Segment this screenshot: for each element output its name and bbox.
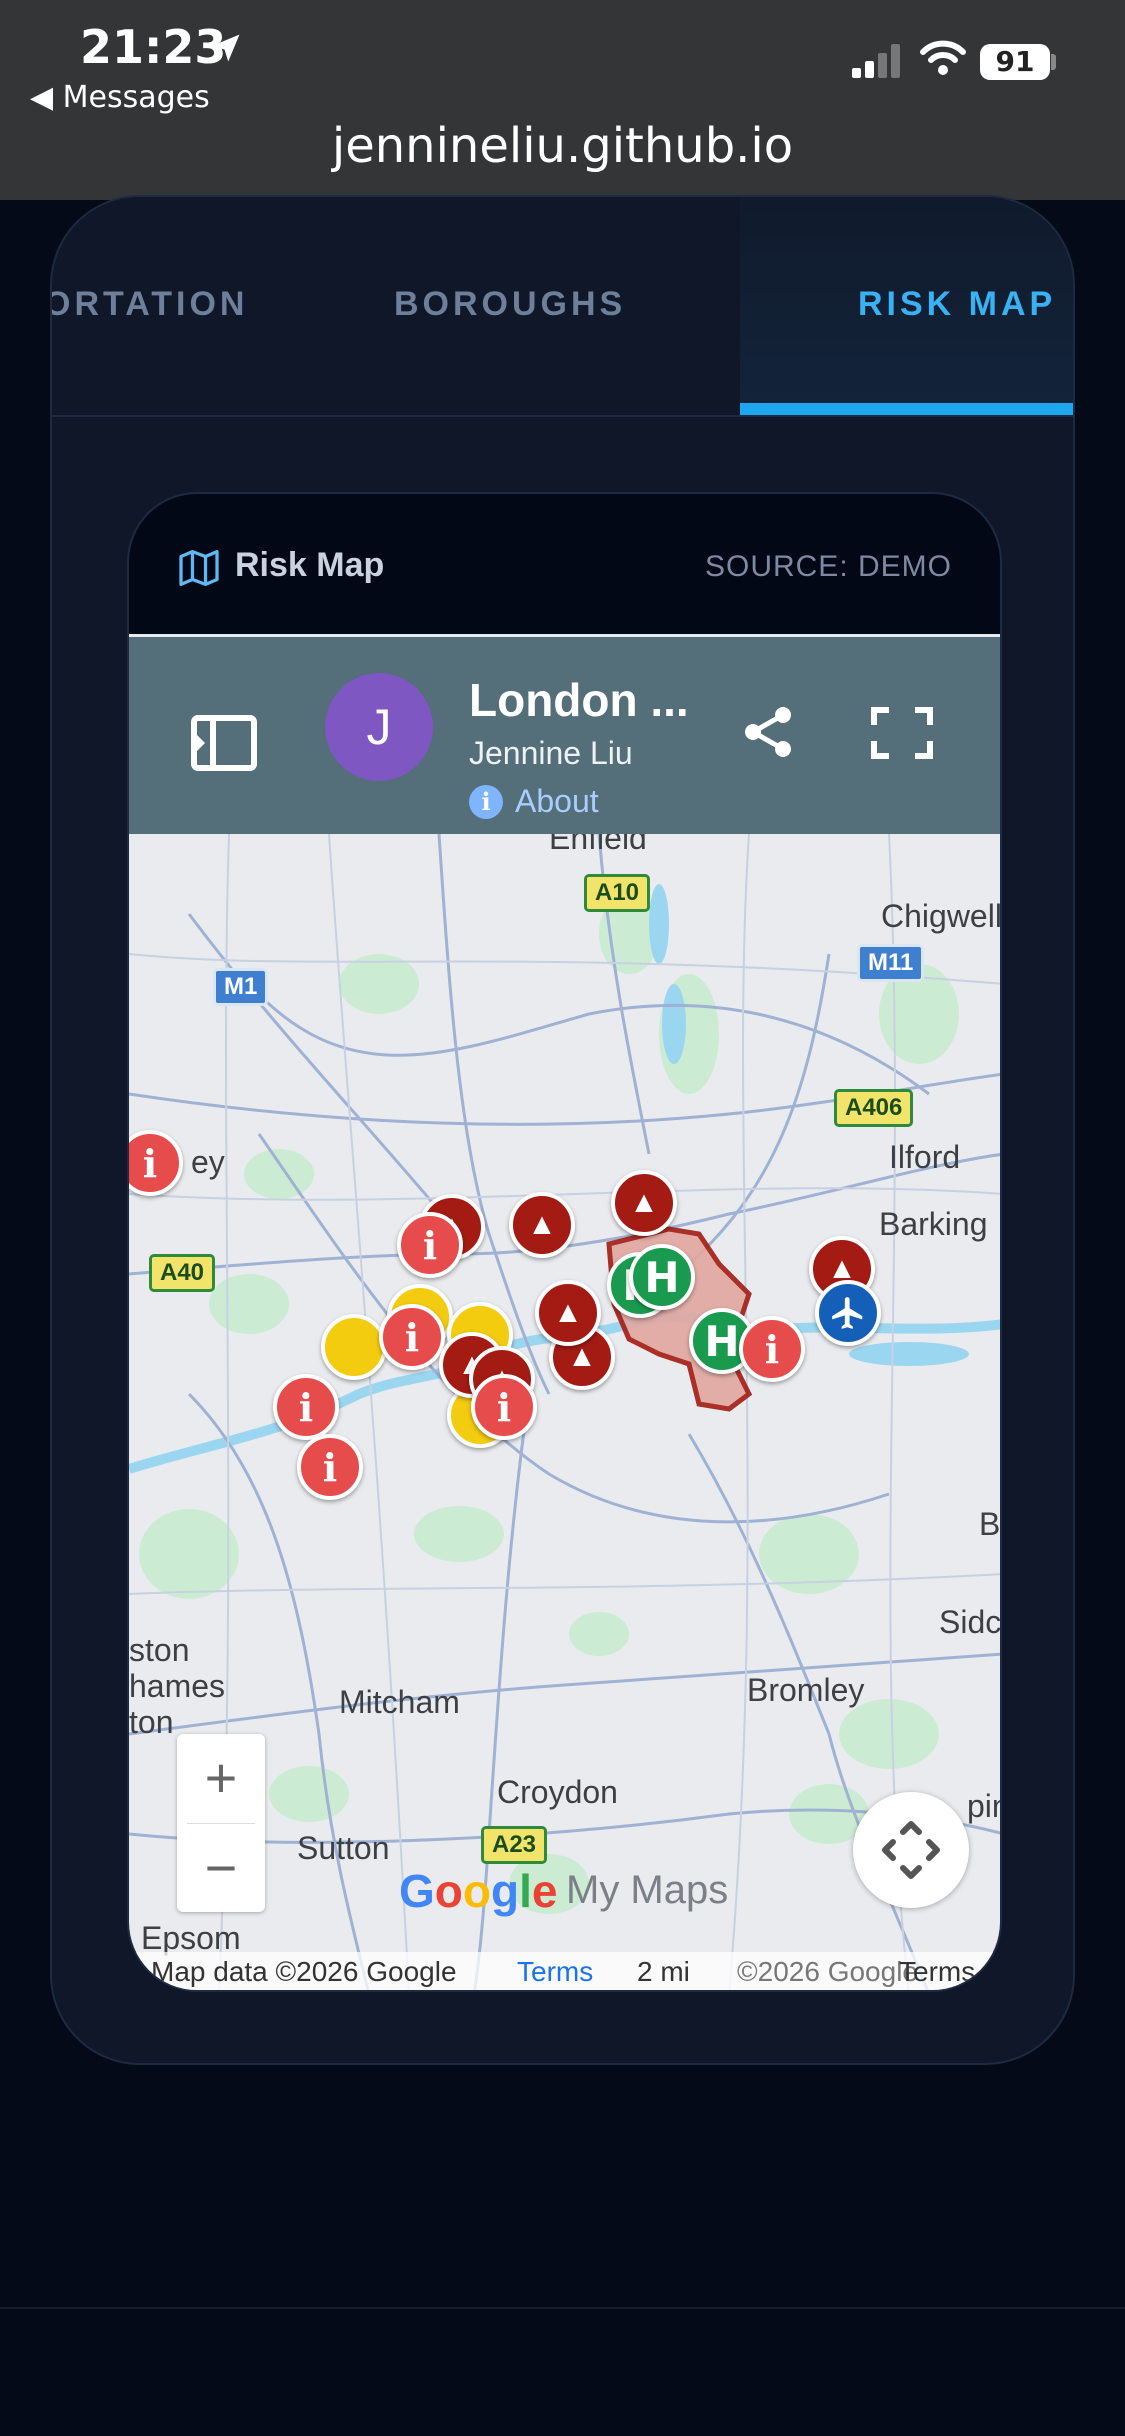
share-icon[interactable]: [741, 705, 795, 759]
map-data-credit: Map data ©2026 Google: [151, 1956, 457, 1987]
hospital-pin[interactable]: H: [629, 1244, 695, 1310]
place-label: ping: [967, 1788, 1000, 1824]
info-icon[interactable]: i: [469, 785, 503, 819]
info-pin[interactable]: i: [471, 1374, 537, 1440]
terms-link[interactable]: Terms: [517, 1956, 593, 1988]
about-link[interactable]: About: [515, 783, 599, 820]
fullscreen-icon[interactable]: [871, 707, 933, 759]
warning-pin[interactable]: ▲: [535, 1280, 601, 1346]
zoom-in-button[interactable]: +: [177, 1734, 265, 1822]
panel-title: Risk Map: [235, 546, 385, 584]
author-avatar[interactable]: J: [325, 673, 433, 781]
road-shield-m11: M11: [857, 944, 925, 982]
place-label: hames: [129, 1668, 226, 1704]
google-logo: Google: [399, 1865, 558, 1917]
zoom-control: + −: [177, 1734, 265, 1912]
place-label: Mitcham: [339, 1684, 460, 1720]
panel-header: Risk Map SOURCE: DEMO: [129, 494, 1000, 634]
my-maps-logo-text: My Maps: [566, 1868, 729, 1912]
road-shield-m1: M1: [213, 968, 269, 1006]
warning-pin[interactable]: ▲: [509, 1192, 575, 1258]
place-label: B: [979, 1506, 1001, 1542]
road-shield-a10: A10: [584, 874, 651, 912]
tab-transportation[interactable]: ORTATION: [52, 285, 249, 324]
place-label: Bromley: [747, 1672, 865, 1708]
battery-cap: [1051, 54, 1056, 70]
location-arrow-icon: [212, 34, 240, 62]
info-pin[interactable]: i: [379, 1304, 445, 1370]
place-label: Sidc: [939, 1604, 1002, 1640]
active-tab-indicator: [740, 403, 1073, 415]
road-shield-a406: A406: [834, 1089, 914, 1127]
back-to-messages-link[interactable]: ◀ Messages: [30, 80, 210, 115]
yellow-pin[interactable]: [321, 1314, 387, 1380]
map-canvas[interactable]: Enfield Chigwell Ilford Barking Mitcham …: [129, 834, 1002, 1990]
zoom-out-button[interactable]: −: [177, 1824, 265, 1912]
place-label: ston: [129, 1632, 190, 1668]
scale-label: 2 mi: [637, 1956, 690, 1987]
place-label: Ilford: [889, 1139, 961, 1175]
app-card: ORTATION BOROUGHS RISK MAP Risk Map SOUR…: [50, 195, 1075, 2065]
place-label: Sutton: [297, 1830, 390, 1866]
map-author: Jennine Liu: [469, 735, 633, 771]
terms-link-secondary[interactable]: Terms: [899, 1956, 975, 1988]
data-source-label: SOURCE: DEMO: [704, 550, 952, 583]
place-label: Chigwell: [881, 898, 1002, 934]
status-time: 21:23: [80, 20, 227, 74]
road-shield-a23: A23: [481, 1826, 548, 1864]
map-icon: [179, 550, 219, 586]
place-label: ton: [129, 1704, 174, 1740]
place-label: Croydon: [497, 1774, 618, 1810]
place-label: ey: [191, 1144, 225, 1180]
cellular-signal-icon: [852, 44, 900, 78]
warning-pin[interactable]: ▲: [611, 1170, 677, 1236]
bottom-divider: [0, 2307, 1125, 2309]
place-label: Barking: [879, 1206, 988, 1242]
info-pin[interactable]: i: [297, 1434, 363, 1500]
risk-map-panel: Risk Map SOURCE: DEMO J London ... Jenni…: [127, 492, 1002, 1992]
tab-bar: ORTATION BOROUGHS RISK MAP: [52, 197, 1073, 417]
mymaps-header: J London ... Jennine Liu i About: [129, 634, 1000, 837]
road-shield-a40: A40: [149, 1254, 216, 1292]
battery-indicator: 91: [980, 44, 1050, 80]
tab-boroughs[interactable]: BOROUGHS: [394, 285, 626, 324]
recenter-button[interactable]: [853, 1792, 969, 1908]
airplane-icon: [832, 1297, 863, 1329]
browser-url[interactable]: jennineliu.github.io: [0, 118, 1125, 174]
map-copyright: ©2026 Google: [737, 1956, 918, 1987]
info-pin[interactable]: i: [273, 1374, 339, 1440]
info-pin[interactable]: i: [397, 1212, 463, 1278]
info-pin[interactable]: i: [739, 1316, 805, 1382]
sidebar-toggle-icon[interactable]: [191, 715, 257, 771]
move-arrows-icon: [882, 1821, 940, 1879]
map-title: London ...: [469, 674, 689, 726]
airport-pin[interactable]: [815, 1280, 881, 1346]
place-label: Enfield: [549, 834, 647, 856]
tab-risk-map[interactable]: RISK MAP: [858, 285, 1056, 324]
map-attribution-bar: Map data ©2026 Google Terms 2 mi ©2026 G…: [129, 1952, 1000, 1990]
wifi-icon: [920, 40, 966, 75]
status-bar: 21:23 ◀ Messages 91 jennineliu.github.io: [0, 0, 1125, 200]
